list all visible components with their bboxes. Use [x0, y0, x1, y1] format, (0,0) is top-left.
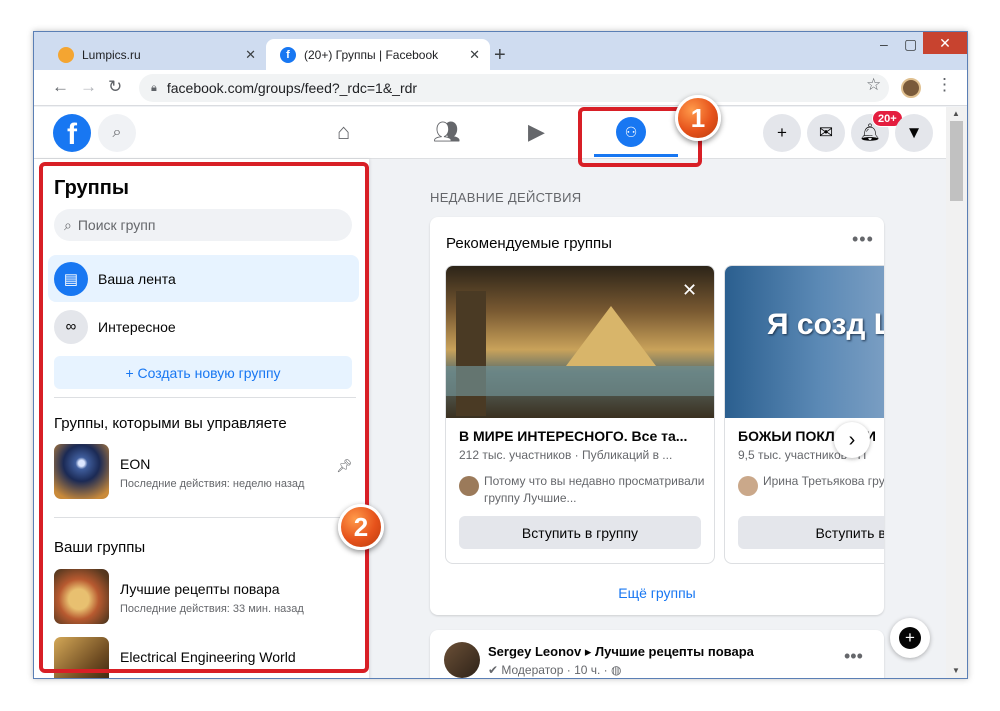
facebook-header: f ⌕ ⌂ 👥︎ ▶ ⚇ + ✉ 🔔︎ 20+ ▼ — [34, 107, 946, 159]
post-meta: ✔ Модератор · 10 ч. · ◍ — [488, 663, 622, 677]
window-close-button[interactable]: ✕ — [923, 32, 967, 54]
author-avatar[interactable] — [444, 642, 480, 678]
caret-right-icon: ▸ — [584, 644, 595, 659]
scrollbar-thumb[interactable] — [950, 121, 963, 201]
sidebar-highlight — [39, 162, 369, 673]
lumpics-favicon-icon — [58, 46, 74, 63]
recent-activity-label: НЕДАВНИЕ ДЕЙСТВИЯ — [430, 190, 582, 205]
lock-icon: 🔒︎ — [151, 81, 157, 94]
tab-facebook[interactable]: f (20+) Группы | Facebook ✕ — [266, 39, 490, 70]
facebook-favicon-icon: f — [280, 46, 296, 63]
group-name: В МИРЕ ИНТЕРЕСНОГО. Все та... — [459, 428, 688, 444]
group-cover-image: Я созд Церковь и вр — [725, 266, 884, 418]
facebook-logo[interactable]: f — [53, 114, 91, 152]
reload-icon[interactable]: ↻ — [108, 77, 122, 97]
watch-icon[interactable]: ▶ — [528, 119, 545, 145]
join-group-button[interactable]: Вступить в группу — [459, 516, 701, 549]
tab-title: (20+) Группы | Facebook — [304, 47, 439, 62]
more-options-icon[interactable]: ••• — [852, 229, 874, 250]
profile-avatar[interactable] — [901, 78, 921, 98]
recommended-groups-card: Рекомендуемые группы ••• ✕ В МИРЕ ИНТЕРЕ… — [430, 217, 884, 615]
search-icon[interactable]: ⌕ — [98, 114, 136, 152]
recommended-group-card[interactable]: Я созд Церковь и вр БОЖЬИ ПОКЛОННИ 9,5 т… — [724, 265, 884, 564]
new-tab-button[interactable]: + — [494, 44, 506, 67]
create-plus-icon[interactable]: + — [763, 114, 801, 152]
feed-post: Sergey Leonov ▸ Лучшие рецепты повара ✔ … — [430, 630, 884, 678]
back-arrow-icon[interactable]: ← — [52, 77, 69, 97]
globe-icon: ◍ — [611, 663, 622, 677]
browser-window: Lumpics.ru ✕ f (20+) Группы | Facebook ✕… — [33, 31, 968, 679]
friends-icon[interactable]: 👥︎ — [433, 119, 461, 145]
pyramid-shape — [566, 306, 656, 366]
friend-avatar — [459, 476, 479, 496]
recommended-title: Рекомендуемые группы — [446, 235, 612, 252]
group-meta: 212 тыс. участников · Публикаций в ... — [459, 448, 673, 462]
dismiss-icon[interactable]: ✕ — [682, 280, 697, 301]
minimize-button[interactable]: – — [880, 36, 888, 52]
moderator-icon: ✔ — [488, 663, 502, 677]
scroll-down-icon[interactable]: ▼ — [952, 666, 960, 675]
water-shape — [446, 366, 714, 396]
step-badge-2: 2 — [338, 504, 384, 550]
browser-menu-icon[interactable]: ⋮ — [936, 75, 953, 95]
recommend-reason: Ирина Третьякова группе — [763, 474, 884, 488]
close-tab-icon[interactable]: ✕ — [245, 47, 256, 63]
browser-toolbar: ← → ↻ 🔒︎ facebook.com/groups/feed?_rdc=1… — [34, 70, 967, 106]
tab-lumpics[interactable]: Lumpics.ru ✕ — [44, 39, 266, 70]
maximize-button[interactable]: ▢ — [904, 36, 917, 53]
recommended-group-card[interactable]: ✕ В МИРЕ ИНТЕРЕСНОГО. Все та... 212 тыс.… — [445, 265, 715, 564]
tab-title: Lumpics.ru — [82, 47, 141, 62]
post-meta-text: Модератор · 10 ч. · — [501, 663, 608, 677]
tower-shape — [456, 291, 486, 416]
forward-arrow-icon[interactable]: → — [80, 77, 97, 97]
new-message-button[interactable]: + — [890, 618, 930, 658]
group-cover-image — [446, 266, 714, 418]
scroll-up-icon[interactable]: ▲ — [952, 109, 960, 118]
messenger-icon[interactable]: ✉ — [807, 114, 845, 152]
recommend-reason: Потому что вы недавно просматривали груп… — [484, 474, 705, 505]
next-arrow-icon[interactable]: › — [834, 422, 870, 458]
friend-avatar — [738, 476, 758, 496]
post-author[interactable]: Sergey Leonov — [488, 644, 581, 659]
address-bar[interactable]: 🔒︎ facebook.com/groups/feed?_rdc=1&_rdr — [139, 74, 889, 102]
more-options-icon[interactable]: ••• — [844, 646, 863, 667]
bookmark-star-icon[interactable]: ☆ — [866, 75, 881, 95]
page-scrollbar[interactable]: ▲ ▼ — [946, 107, 967, 678]
post-title: Sergey Leonov ▸ Лучшие рецепты повара — [488, 644, 754, 660]
post-group[interactable]: Лучшие рецепты повара — [595, 644, 754, 659]
url-text: facebook.com/groups/feed?_rdc=1&_rdr — [166, 80, 418, 96]
account-menu-chevron-icon[interactable]: ▼ — [895, 114, 933, 152]
more-groups-link[interactable]: Ещё группы — [430, 585, 884, 601]
tab-strip: Lumpics.ru ✕ f (20+) Группы | Facebook ✕… — [34, 32, 967, 70]
home-icon[interactable]: ⌂ — [337, 119, 350, 145]
cover-text: Я созд Церковь и вр — [767, 308, 884, 341]
close-tab-icon[interactable]: ✕ — [469, 47, 480, 63]
plus-icon: + — [899, 627, 921, 649]
join-group-button[interactable]: Вступить в гр — [738, 516, 884, 549]
step-badge-1: 1 — [675, 95, 721, 141]
